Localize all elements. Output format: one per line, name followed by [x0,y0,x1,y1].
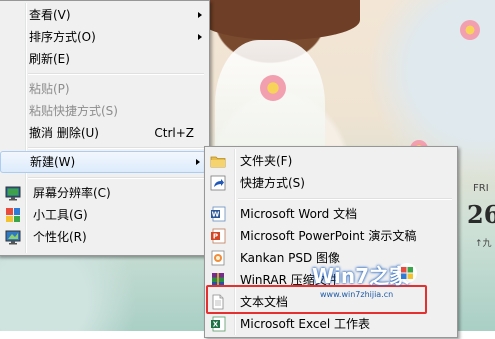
menu-item-label: 刷新(E) [29,52,70,66]
menu-separator [28,177,204,179]
display-icon [5,185,21,201]
menu-item-label: 小工具(G) [33,208,88,222]
submenu-item-shortcut[interactable]: 快捷方式(S) [205,172,457,194]
menu-separator [28,147,204,149]
desktop-context-menu: 查看(V) 排序方式(O) 刷新(E) 粘贴(P) 粘贴快捷方式(S) 撤消 删… [0,0,210,256]
personalize-icon [5,229,21,245]
gadget-subtext: ↑九 [475,239,492,249]
menu-item-screen-resolution[interactable]: 屏幕分辨率(C) [0,182,209,204]
windows-logo-icon [396,262,418,284]
menu-item-view[interactable]: 查看(V) [0,4,209,26]
wallpaper-hair-shape [200,0,360,40]
menu-item-label: Microsoft Word 文档 [240,207,358,221]
submenu-item-powerpoint[interactable]: P Microsoft PowerPoint 演示文稿 [205,225,457,247]
submenu-item-folder[interactable]: 文件夹(F) [205,150,457,172]
submenu-item-word-document[interactable]: W Microsoft Word 文档 [205,203,457,225]
menu-item-label: 文件夹(F) [240,154,293,168]
menu-item-refresh[interactable]: 刷新(E) [0,48,209,70]
submenu-item-excel-worksheet[interactable]: X Microsoft Excel 工作表 [205,313,457,335]
submenu-arrow-icon [198,34,202,40]
watermark-url: www.win7zhijia.cn [320,290,394,299]
svg-text:W: W [212,211,220,219]
powerpoint-icon: P [210,228,226,244]
menu-item-paste[interactable]: 粘贴(P) [0,78,209,100]
gadgets-icon [5,207,21,223]
svg-text:X: X [213,321,219,329]
menu-item-label: 新建(W) [30,155,76,169]
psd-image-icon [210,250,226,266]
menu-item-label: 查看(V) [29,8,71,22]
gadget-day: FRI [473,183,489,194]
wallpaper-flower [260,75,286,101]
menu-item-label: Microsoft PowerPoint 演示文稿 [240,229,417,243]
menu-item-label: 个性化(R) [33,230,87,244]
menu-separator [238,198,452,200]
excel-icon: X [210,316,226,332]
gadget-date: 26 [467,200,495,229]
menu-item-label: 排序方式(O) [29,30,96,44]
submenu-arrow-icon [196,159,200,165]
menu-item-new[interactable]: 新建(W) [0,151,206,173]
svg-text:P: P [213,233,218,241]
menu-item-label: 粘贴快捷方式(S) [29,104,118,118]
menu-separator [28,73,204,75]
win7-watermark: Win7之家 www.win7zhijia.cn [312,260,462,305]
shortcut-icon [210,175,226,191]
word-doc-icon: W [210,206,226,222]
menu-item-shortcut: Ctrl+Z [154,126,194,140]
folder-icon [210,153,226,169]
menu-item-label: 屏幕分辨率(C) [33,186,111,200]
menu-item-label: Microsoft Excel 工作表 [240,317,371,331]
wallpaper-flower [460,20,480,40]
menu-item-label: 粘贴(P) [29,82,70,96]
submenu-arrow-icon [198,12,202,18]
menu-item-label: 撤消 删除(U) [29,126,99,140]
menu-item-undo-delete[interactable]: 撤消 删除(U) Ctrl+Z [0,122,209,144]
menu-item-personalize[interactable]: 个性化(R) [0,226,209,248]
menu-item-paste-shortcut[interactable]: 粘贴快捷方式(S) [0,100,209,122]
menu-item-label: 快捷方式(S) [240,176,305,190]
menu-item-sort-by[interactable]: 排序方式(O) [0,26,209,48]
watermark-text: Win7之家 [312,264,410,288]
menu-item-gadgets[interactable]: 小工具(G) [0,204,209,226]
